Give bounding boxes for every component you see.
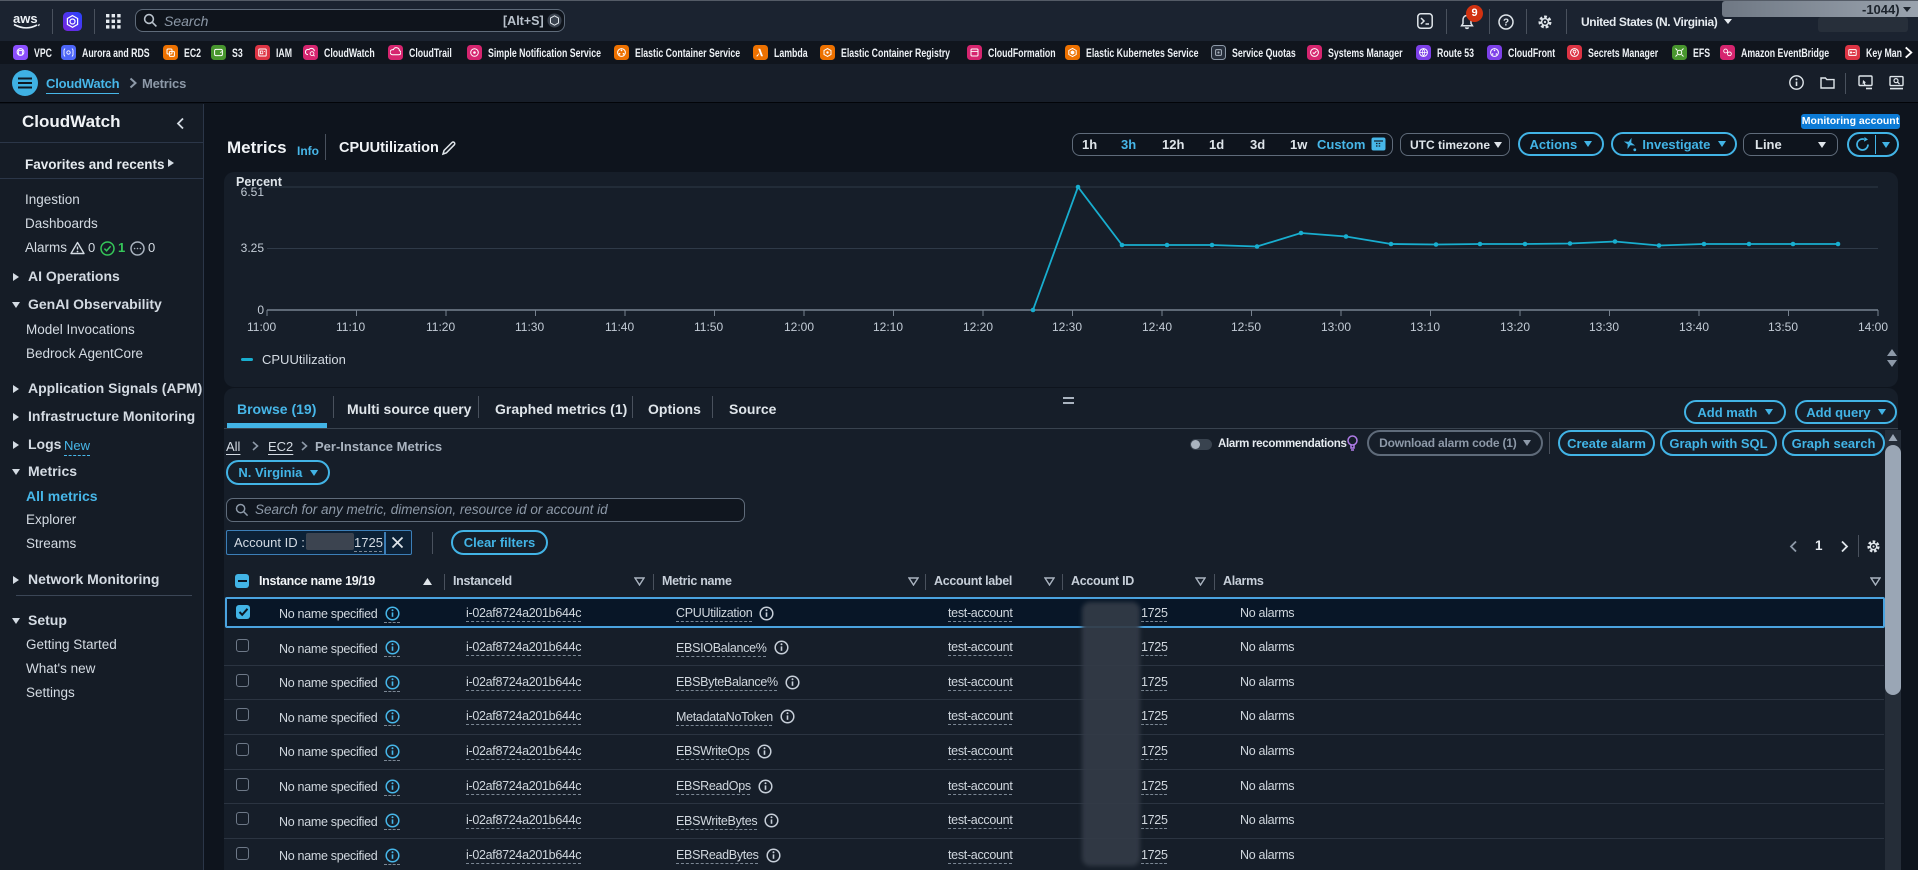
svg-text:?: ? bbox=[1503, 18, 1509, 29]
svg-text:aws: aws bbox=[13, 11, 38, 26]
